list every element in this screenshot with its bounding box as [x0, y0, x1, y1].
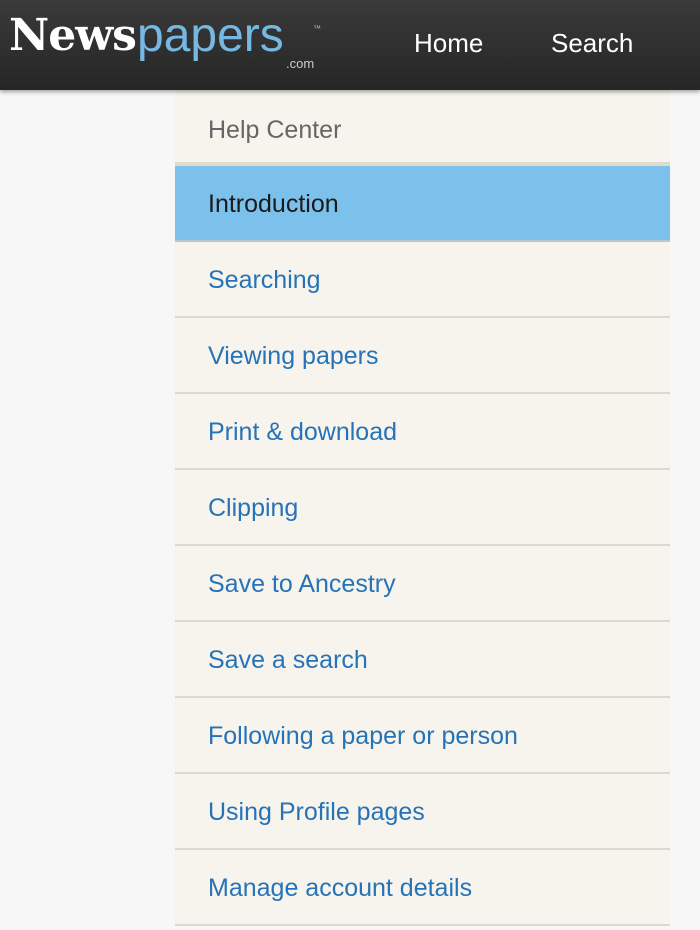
top-navigation-bar: News papers ™ .com Home Search: [0, 0, 700, 90]
nav-home-link[interactable]: Home: [414, 26, 483, 60]
help-center-title: Help Center: [175, 90, 670, 166]
help-center-menu: Help Center Introduction Searching Viewi…: [175, 90, 670, 926]
newspapers-logo[interactable]: News papers ™ .com: [9, 6, 329, 76]
menu-item-manage-account[interactable]: Manage account details: [175, 850, 670, 926]
logo-trademark: ™: [313, 24, 321, 33]
logo-domain: .com: [286, 56, 315, 71]
logo-text-news: News: [9, 10, 137, 61]
menu-item-profile-pages[interactable]: Using Profile pages: [175, 774, 670, 850]
menu-item-following[interactable]: Following a paper or person: [175, 698, 670, 774]
menu-item-save-to-ancestry[interactable]: Save to Ancestry: [175, 546, 670, 622]
menu-item-viewing-papers[interactable]: Viewing papers: [175, 318, 670, 394]
menu-item-introduction[interactable]: Introduction: [175, 166, 670, 242]
menu-item-searching[interactable]: Searching: [175, 242, 670, 318]
menu-item-print-download[interactable]: Print & download: [175, 394, 670, 470]
menu-item-save-a-search[interactable]: Save a search: [175, 622, 670, 698]
logo-text-papers: papers: [137, 9, 284, 62]
nav-search-link[interactable]: Search: [551, 26, 633, 60]
menu-item-clipping[interactable]: Clipping: [175, 470, 670, 546]
